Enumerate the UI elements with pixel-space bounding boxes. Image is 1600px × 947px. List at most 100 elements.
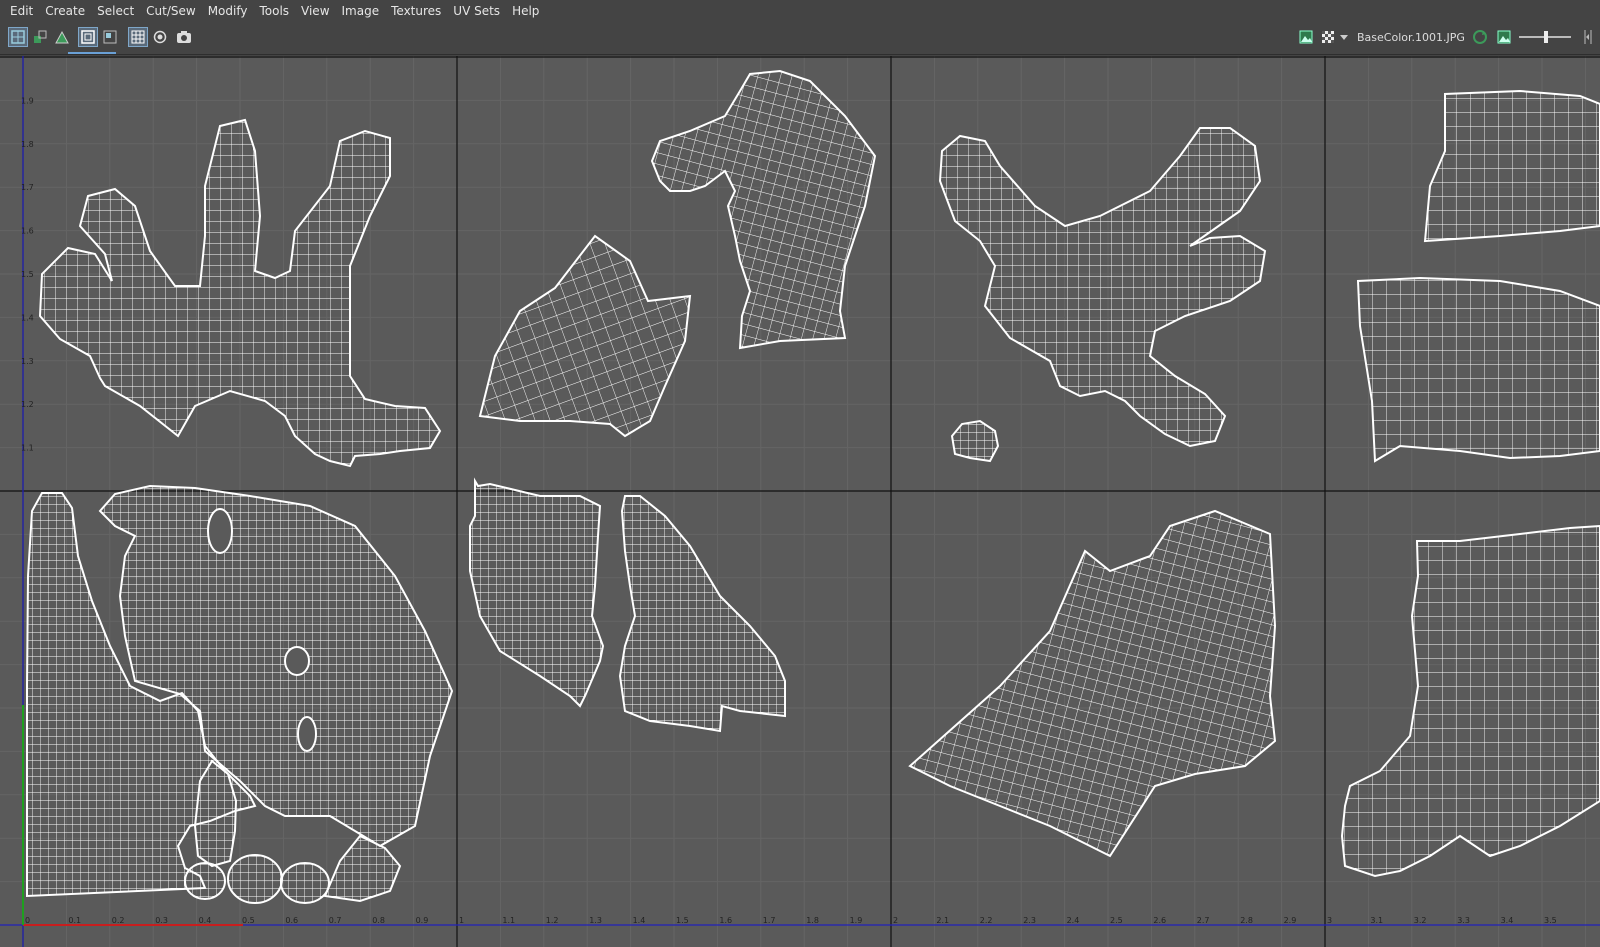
v-tick-label: 1.7 [21,183,34,192]
u-tick-label: 2.5 [1110,916,1123,925]
image-display-icon [1299,30,1313,44]
u-tick-label: 0.8 [372,916,385,925]
u-tick-label: 0.9 [416,916,429,925]
v-tick-label: 1.2 [21,400,34,409]
u-tick-label: 2.4 [1067,916,1080,925]
u-tick-label: 2 [893,916,898,925]
u-tick-label: 0.2 [112,916,125,925]
menu-image[interactable]: Image [336,0,386,22]
image-toggle-button[interactable] [1494,27,1514,47]
top-strip-shell[interactable] [1423,89,1600,243]
exposure-slider-icon [1517,30,1573,44]
small-shell[interactable] [280,862,330,904]
menu-view[interactable]: View [295,0,335,22]
uv-tile-button[interactable] [8,27,28,47]
menu-cut-sew[interactable]: Cut/Sew [140,0,202,22]
uv-shell-green-button[interactable] [52,27,72,47]
uv-shell-icon [33,30,47,44]
menu-modify[interactable]: Modify [202,0,254,22]
u-tick-label: 2.9 [1284,916,1297,925]
toolbar: BaseColor.1001.JPG [0,22,1600,55]
refresh-texture-icon [1472,29,1488,45]
u-tick-label: 2.2 [980,916,993,925]
u-tick-label: 0.1 [68,916,81,925]
dropdown-arrow-icon [1339,32,1349,42]
u-tick-label: 2.6 [1153,916,1166,925]
v-tick-label: 1.3 [21,357,34,366]
menubar: Edit Create Select Cut/Sew Modify Tools View Im… [0,0,1600,22]
uv-editor-canvas[interactable]: 0 0.1 0.2 0.3 0.4 0.5 0.6 0.7 0.8 0.9 1 1.1 1.2 1.3 1.… [0,56,1600,947]
grid-toggle-icon [131,30,145,44]
menu-tools[interactable]: Tools [253,0,295,22]
uv-editor-viewport[interactable]: 0 0.1 0.2 0.3 0.4 0.5 0.6 0.7 0.8 0.9 1 1.1 1.2 1.3 1.… [0,56,1600,947]
u-tick-label: 0.4 [199,916,212,925]
u-tick-label: 2.1 [936,916,949,925]
u-tick-label: 1.3 [589,916,602,925]
refresh-texture-button[interactable] [1470,27,1490,47]
u-tick-label: 0.3 [155,916,168,925]
wireframe-toggle-icon [81,30,95,44]
u-tick-label: 1.9 [850,916,863,925]
snapshot-camera-icon [176,30,192,44]
v-tick-label: 1.4 [21,313,34,322]
v-tick-label: 1.1 [21,444,34,453]
u-tick-label: 2.7 [1197,916,1210,925]
active-tool-underline [68,52,116,54]
menu-help[interactable]: Help [506,0,545,22]
collapse-icon [1581,29,1595,45]
u-tick-label: 1.1 [502,916,515,925]
u-tick-label: 2.8 [1240,916,1253,925]
u-tick-label: 0.6 [285,916,298,925]
u-tick-label: 3.4 [1501,916,1514,925]
menu-select[interactable]: Select [91,0,140,22]
eye-hole [207,508,233,554]
u-tick-label: 1.2 [546,916,559,925]
menu-create[interactable]: Create [39,0,91,22]
image-display-button[interactable] [1296,27,1316,47]
u-tick-label: 0 [25,916,30,925]
shaded-uv-button[interactable] [100,27,120,47]
u-tick-label: 0.5 [242,916,255,925]
wireframe-toggle-button[interactable] [78,27,98,47]
v-tick-label: 1.5 [21,270,34,279]
texture-name-label[interactable]: BaseColor.1001.JPG [1357,22,1465,54]
shaded-uv-icon [103,30,117,44]
image-toggle-icon [1497,30,1511,44]
u-tick-label: 0.7 [329,916,342,925]
uv-shell-green-icon [55,30,69,44]
collapse-button[interactable] [1578,27,1598,47]
u-tick-label: 3 [1327,916,1332,925]
menu-uv-sets[interactable]: UV Sets [447,0,506,22]
dropdown-arrow-button[interactable] [1338,27,1350,47]
u-tick-label: 3.2 [1414,916,1427,925]
small-shell[interactable] [227,854,283,904]
uv-tile-icon [11,30,25,44]
u-tick-label: 1.7 [763,916,776,925]
menu-edit[interactable]: Edit [0,0,39,22]
nostril-hole [284,646,310,676]
uv-shell-button[interactable] [30,27,50,47]
cylinder-shell[interactable] [1356,276,1600,463]
grid-toggle-button[interactable] [128,27,148,47]
v-tick-label: 1.9 [21,96,34,105]
isolate-icon [153,30,167,44]
checker-button[interactable] [1318,27,1338,47]
u-tick-label: 1.6 [719,916,732,925]
small-shell[interactable] [184,862,226,900]
exposure-slider-button[interactable] [1516,27,1574,47]
snapshot-camera-button[interactable] [174,27,194,47]
u-tick-label: 3.3 [1457,916,1470,925]
u-tick-label: 1 [459,916,464,925]
v-tick-label: 1.6 [21,227,34,236]
u-tick-label: 3.1 [1370,916,1383,925]
menu-textures[interactable]: Textures [385,0,447,22]
u-tick-label: 2.3 [1023,916,1036,925]
v-tick-label: 1.8 [21,140,34,149]
u-tick-label: 1.5 [676,916,689,925]
u-tick-label: 3.5 [1544,916,1557,925]
checker-icon [1321,30,1335,44]
u-tick-label: 1.8 [806,916,819,925]
ear-hole [297,716,317,752]
u-tick-label: 1.4 [633,916,646,925]
isolate-button[interactable] [150,27,170,47]
